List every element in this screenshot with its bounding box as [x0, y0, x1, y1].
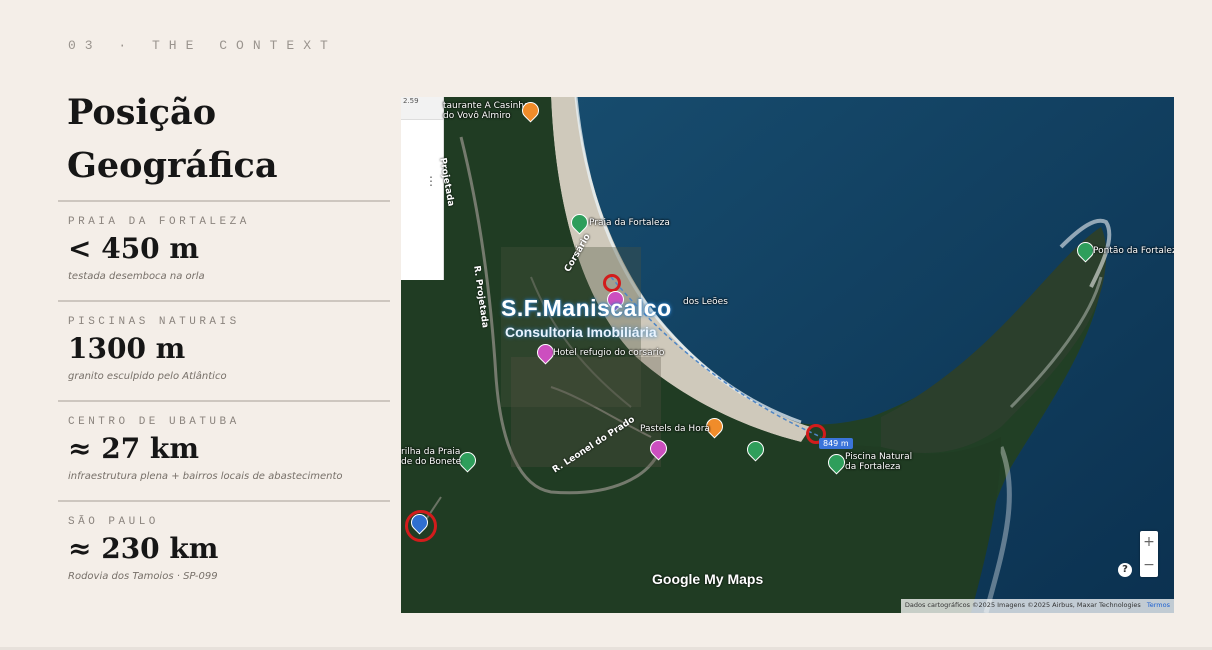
google-my-maps-logo: Google My Maps [652, 571, 764, 587]
more-options-icon[interactable]: ⋮ [425, 175, 437, 187]
attribution-text: Dados cartográficos ©2025 Imagens ©2025 … [904, 601, 1141, 609]
stat-centro-ubatuba: CENTRO DE UBATUBA ≈ 27 km infraestrutura… [58, 400, 390, 500]
zoom-in-button[interactable]: + [1140, 531, 1158, 554]
distance-badge: 849 m [819, 438, 853, 449]
page-title-line1: Posição [67, 92, 217, 133]
satellite-map[interactable]: 2.59 ⋮ taurante A Casinha do Vovô Almiro… [401, 97, 1174, 613]
stat-label: PRAIA DA FORTALEZA [68, 216, 250, 228]
stat-caption: Rodovia dos Tamoios · SP-099 [68, 571, 218, 582]
section-eyebrow: 03 · THE CONTEXT [68, 38, 337, 53]
map-attribution: Dados cartográficos ©2025 Imagens ©2025 … [900, 599, 1174, 613]
stat-caption: infraestrutura plena + bairros locais de… [68, 471, 343, 482]
label-piscina-natural: Piscina Natural da Fortaleza [845, 452, 913, 472]
watermark-subtitle: Consultoria Imobiliária [505, 324, 657, 340]
zoom-controls: + − [1140, 531, 1158, 577]
stat-value: ≈ 230 km [68, 532, 219, 565]
stats-list: PRAIA DA FORTALEZA < 450 m testada desem… [58, 200, 390, 600]
stat-piscinas-naturais: PISCINAS NATURAIS 1300 m granito esculpi… [58, 300, 390, 400]
label-restaurant: taurante A Casinha do Vovô Almiro [443, 101, 530, 121]
map-side-panel[interactable]: 2.59 ⋮ [401, 97, 444, 280]
help-button[interactable]: ? [1118, 563, 1132, 577]
terms-link[interactable]: Termos [1147, 601, 1170, 609]
stat-caption: granito esculpido pelo Atlântico [68, 371, 227, 382]
stat-caption: testada desemboca na orla [68, 271, 205, 282]
stat-label: CENTRO DE UBATUBA [68, 416, 240, 428]
zoom-out-button[interactable]: − [1140, 554, 1158, 577]
label-praia-fortaleza: Praia da Fortaleza [589, 218, 670, 228]
map-imagery [401, 97, 1174, 613]
stat-value: ≈ 27 km [68, 432, 199, 465]
label-pastels: Pastels da Hora [640, 424, 710, 434]
stat-value: < 450 m [68, 232, 200, 265]
label-dos-leoes: dos Leões [683, 297, 728, 307]
label-hotel: Hotel refugio do corsario [553, 348, 665, 358]
watermark-logo: S.F.Maniscalco [501, 295, 672, 321]
stat-sao-paulo: SÃO PAULO ≈ 230 km Rodovia dos Tamoios ·… [58, 500, 390, 600]
label-pontao: Pontão da Fortaleza [1093, 246, 1174, 256]
label-trilha: rilha da Praia de do Bonete [401, 447, 462, 467]
stat-label: PISCINAS NATURAIS [68, 316, 240, 328]
stat-value: 1300 m [68, 332, 186, 365]
side-panel-scale: 2.59 [401, 97, 443, 120]
page-title-line2: Geográfica [67, 145, 278, 186]
page-title: Posição Geográfica [67, 86, 387, 192]
stat-praia-fortaleza: PRAIA DA FORTALEZA < 450 m testada desem… [58, 200, 390, 300]
marker-circle-beach [603, 274, 621, 292]
stat-label: SÃO PAULO [68, 516, 159, 528]
